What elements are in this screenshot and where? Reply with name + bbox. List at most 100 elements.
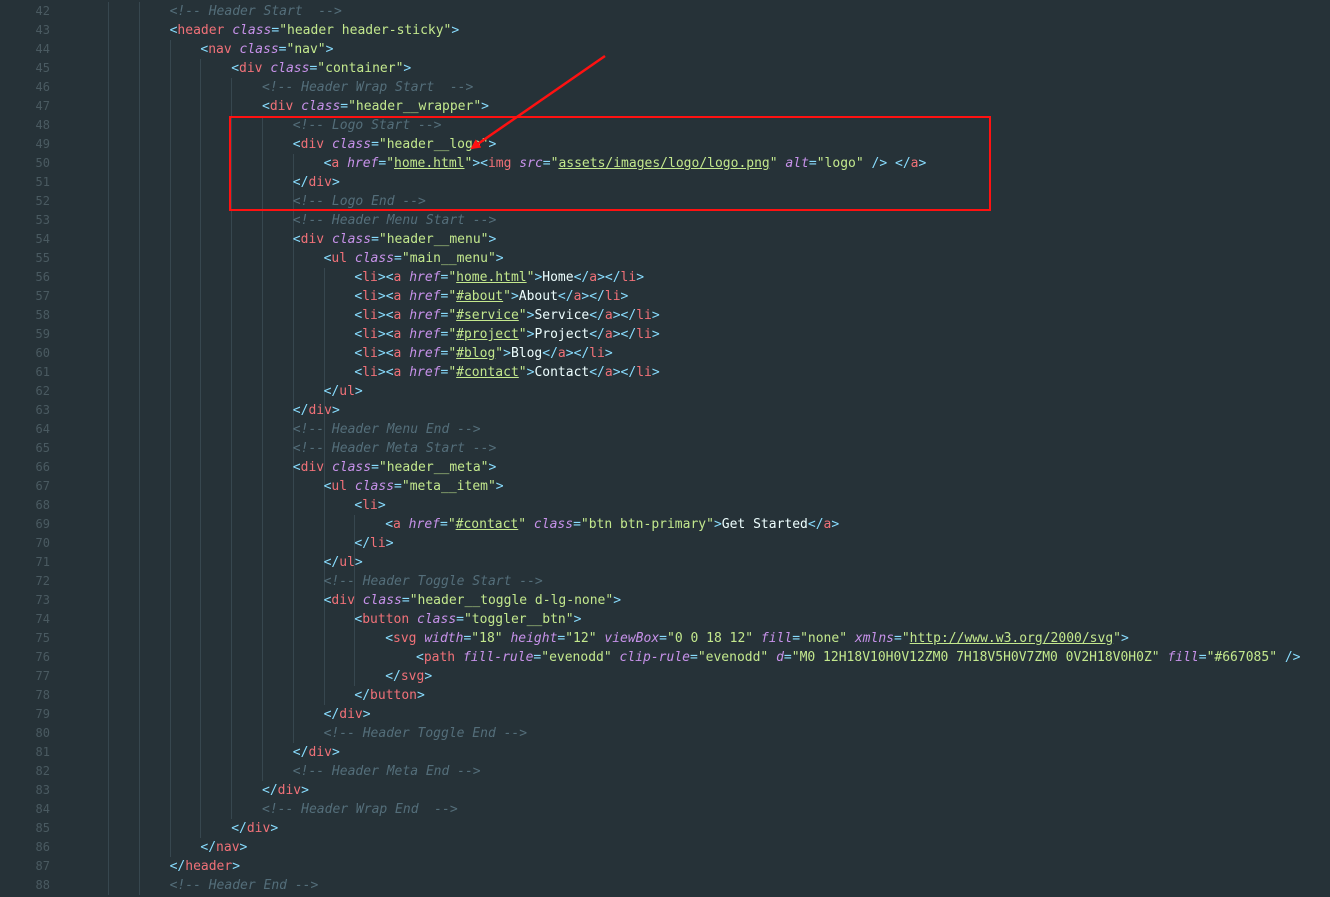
line-number: 75 (35, 631, 50, 645)
code-token: <!-- Header Meta End --> (292, 764, 481, 779)
code-line[interactable]: </svg> (385, 667, 432, 686)
code-line[interactable]: <li> (354, 496, 385, 515)
code-token: " (386, 156, 395, 171)
code-token: > (331, 175, 340, 190)
code-line[interactable]: <a href="home.html"><img src="assets/ima… (324, 154, 927, 173)
code-line[interactable]: <div class="header__toggle d-lg-none"> (324, 591, 621, 610)
code-token: </ (354, 536, 371, 551)
code-line[interactable]: <div class="header__wrapper"> (262, 97, 489, 116)
code-token: > (377, 498, 386, 513)
code-token: a (910, 156, 919, 171)
code-editor[interactable]: 42 43 44 45 46 47 48 49 50 51 52 53 54 55 56 57 58 59 60 61… (0, 0, 1330, 897)
code-line[interactable]: <path fill-rule="evenodd" clip-rule="eve… (416, 648, 1301, 667)
code-line[interactable]: <!-- Logo Start --> (293, 116, 442, 135)
code-token: class (270, 61, 310, 76)
code-line[interactable]: <div class="container"> (231, 59, 411, 78)
code-token: li (370, 536, 386, 551)
code-line[interactable]: <li><a href="#blog">Blog</a></li> (354, 344, 612, 363)
code-line[interactable]: </div> (262, 781, 309, 800)
code-token: ul (339, 555, 355, 570)
code-token: > (354, 384, 363, 399)
code-line[interactable]: <svg width="18" height="12" viewBox="0 0… (385, 629, 1129, 648)
code-token: svg (400, 669, 425, 684)
code-line[interactable]: <!-- Logo End --> (293, 192, 426, 211)
code-line[interactable]: <ul class="meta__item"> (324, 477, 504, 496)
line-number: 64 (35, 422, 50, 436)
code-line[interactable]: <!-- Header Wrap Start --> (262, 78, 473, 97)
code-line[interactable]: </li> (354, 534, 393, 553)
code-token: </ (323, 384, 340, 399)
code-line[interactable]: <!-- Header Menu Start --> (293, 211, 497, 230)
code-token: </ (169, 859, 186, 874)
line-number: 58 (35, 308, 50, 322)
code-token: </ (557, 289, 574, 304)
code-token: fill (760, 631, 793, 646)
code-line[interactable]: <ul class="main__menu"> (324, 249, 504, 268)
code-token: div (308, 403, 332, 418)
code-line[interactable]: </header> (170, 857, 240, 876)
code-token: a (604, 308, 613, 323)
code-line[interactable]: <li><a href="#service">Service</a></li> (354, 306, 659, 325)
code-token: ></ (565, 346, 590, 361)
code-line[interactable]: <!-- Header Menu End --> (293, 420, 481, 439)
code-token: "none" (800, 631, 848, 646)
code-token: li (362, 308, 378, 323)
code-line[interactable]: <!-- Header Meta End --> (293, 762, 481, 781)
code-token: </ (895, 156, 911, 171)
code-line[interactable]: </ul> (324, 382, 363, 401)
code-line[interactable]: </nav> (200, 838, 247, 857)
code-line[interactable]: </div> (293, 401, 340, 420)
code-line[interactable]: <!-- Header Wrap End --> (262, 800, 458, 819)
code-area[interactable]: <!-- Header Start --> <header class="head… (78, 0, 1330, 897)
code-token: ></ (597, 270, 621, 285)
code-token: li (362, 327, 378, 342)
code-line[interactable]: <!-- Header Meta Start --> (293, 439, 497, 458)
code-line[interactable]: <div class="header__menu"> (293, 230, 497, 249)
code-line[interactable]: <a href="#contact" class="btn btn-primar… (385, 515, 839, 534)
code-line[interactable]: <li><a href="#project">Project</a></li> (354, 325, 659, 344)
code-token: > (232, 859, 241, 874)
code-line[interactable]: </button> (354, 686, 424, 705)
code-token: </ (231, 821, 247, 836)
code-token: class (232, 23, 272, 38)
code-token: >< (377, 289, 394, 304)
code-line[interactable]: <!-- Header End --> (170, 876, 319, 895)
code-line[interactable]: <div class="header__logo"> (293, 135, 497, 154)
code-line[interactable]: <li><a href="home.html">Home</a></li> (354, 268, 644, 287)
code-line[interactable]: <li><a href="#about">About</a></li> (354, 287, 628, 306)
line-number: 70 (35, 536, 50, 550)
code-token: > (510, 289, 519, 304)
code-line[interactable]: <!-- Header Toggle End --> (324, 724, 528, 743)
code-token: <!-- Header Toggle Start --> (323, 574, 543, 589)
code-line[interactable]: <button class="toggler__btn"> (354, 610, 581, 629)
code-token: > (424, 669, 433, 684)
line-number: 83 (35, 783, 50, 797)
code-line[interactable]: <header class="header header-sticky"> (170, 21, 460, 40)
code-token: #contact (455, 517, 519, 532)
code-token: < (385, 631, 394, 646)
code-line[interactable]: </div> (324, 705, 371, 724)
code-token: ></ (612, 308, 637, 323)
code-token: " (448, 365, 457, 380)
code-line[interactable]: <nav class="nav"> (200, 40, 333, 59)
code-token: </ (323, 707, 340, 722)
code-token: <!-- Logo Start --> (292, 118, 442, 133)
code-line[interactable]: </div> (293, 743, 340, 762)
code-line[interactable]: <!-- Header Start --> (170, 2, 342, 21)
code-line[interactable]: </div> (231, 819, 278, 838)
code-token: href (409, 327, 441, 342)
code-line[interactable]: </ul> (324, 553, 363, 572)
code-token: Blog (510, 346, 543, 361)
code-token: = (278, 42, 287, 57)
code-line[interactable]: <div class="header__meta"> (293, 458, 497, 477)
code-line[interactable]: <!-- Header Toggle Start --> (324, 572, 543, 591)
code-line[interactable]: <li><a href="#contact">Contact</a></li> (354, 363, 659, 382)
code-line[interactable]: </div> (293, 173, 340, 192)
